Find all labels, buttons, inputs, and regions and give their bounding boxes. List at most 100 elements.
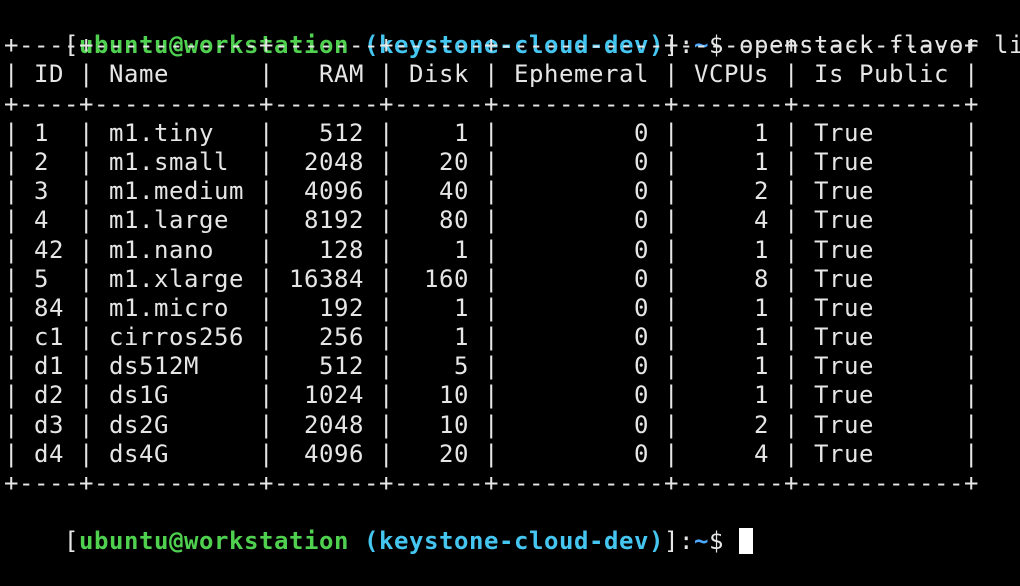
table-row: | c1 | cirros256 | 256 | 1 | 0 | 1 | Tru… (4, 323, 979, 352)
cell-disk: 20 (409, 147, 469, 176)
cell-vcpus: 2 (694, 410, 769, 439)
cell-name: m1.small (109, 147, 244, 176)
table-row: | 5 | m1.xlarge | 16384 | 160 | 0 | 8 | … (4, 264, 979, 293)
table-row: | d3 | ds2G | 2048 | 10 | 0 | 2 | True | (4, 410, 979, 439)
cell-is-public: True (814, 410, 949, 439)
cell-id: 3 (34, 177, 64, 206)
cell-disk: 1 (409, 235, 469, 264)
cell-vcpus: 1 (694, 235, 769, 264)
prompt-close: ]: (663, 527, 694, 556)
column-header-is-public: Is Public (814, 60, 949, 89)
cell-ephemeral: 0 (514, 206, 649, 235)
terminal-cursor[interactable] (738, 528, 753, 555)
active-prompt-line[interactable]: [ubuntu@workstation (keystone-cloud-dev)… (4, 498, 1020, 555)
cell-ephemeral: 0 (514, 264, 649, 293)
cell-ram: 256 (289, 323, 364, 352)
table-header-row: | ID | Name | RAM | Disk | Ephemeral | V… (4, 60, 979, 89)
cell-ephemeral: 0 (514, 118, 649, 147)
flavor-table: +----+-----------+-------+------+-------… (4, 31, 1020, 498)
cell-ephemeral: 0 (514, 147, 649, 176)
cell-vcpus: 1 (694, 293, 769, 322)
cell-is-public: True (814, 206, 949, 235)
prompt-user-host: ubuntu@workstation (79, 527, 349, 556)
cell-ephemeral: 0 (514, 177, 649, 206)
table-row: | d1 | ds512M | 512 | 5 | 0 | 1 | True | (4, 352, 979, 381)
cell-vcpus: 1 (694, 323, 769, 352)
cell-ram: 512 (289, 118, 364, 147)
cell-ram: 2048 (289, 410, 364, 439)
prompt-open-bracket: [ (64, 527, 79, 556)
cell-name: m1.medium (109, 177, 244, 206)
column-header-name: Name (109, 60, 244, 89)
cell-name: m1.micro (109, 293, 244, 322)
cell-disk: 40 (409, 177, 469, 206)
cell-name: m1.tiny (109, 118, 244, 147)
cell-id: d2 (34, 381, 64, 410)
cell-ram: 512 (289, 352, 364, 381)
cell-id: 4 (34, 206, 64, 235)
cell-is-public: True (814, 381, 949, 410)
cell-id: d4 (34, 439, 64, 468)
table-row: | 2 | m1.small | 2048 | 20 | 0 | 1 | Tru… (4, 147, 979, 176)
cell-is-public: True (814, 118, 949, 147)
cell-ram: 128 (289, 235, 364, 264)
cell-name: ds1G (109, 381, 244, 410)
cell-is-public: True (814, 323, 949, 352)
table-row: | 42 | m1.nano | 128 | 1 | 0 | 1 | True … (4, 235, 979, 264)
cell-disk: 10 (409, 410, 469, 439)
cell-ram: 16384 (289, 264, 364, 293)
cell-id: 2 (34, 147, 64, 176)
cell-vcpus: 1 (694, 352, 769, 381)
cell-ephemeral: 0 (514, 323, 649, 352)
table-row: | 4 | m1.large | 8192 | 80 | 0 | 4 | Tru… (4, 206, 979, 235)
cell-ephemeral: 0 (514, 410, 649, 439)
cell-name: m1.large (109, 206, 244, 235)
terminal-window[interactable]: [ubuntu@workstation (keystone-cloud-dev)… (0, 0, 1020, 555)
prompt-command-space (724, 527, 739, 555)
cell-disk: 1 (409, 293, 469, 322)
cell-disk: 20 (409, 439, 469, 468)
cell-vcpus: 1 (694, 381, 769, 410)
table-row: | 84 | m1.micro | 192 | 1 | 0 | 1 | True… (4, 293, 979, 322)
cell-is-public: True (814, 439, 949, 468)
cell-ram: 4096 (289, 439, 364, 468)
cell-name: m1.nano (109, 235, 244, 264)
cell-vcpus: 4 (694, 439, 769, 468)
cell-name: m1.xlarge (109, 264, 244, 293)
cell-is-public: True (814, 264, 949, 293)
cell-vcpus: 4 (694, 206, 769, 235)
cell-ram: 1024 (289, 381, 364, 410)
table-row: | 3 | m1.medium | 4096 | 40 | 0 | 2 | Tr… (4, 177, 979, 206)
cell-is-public: True (814, 177, 949, 206)
cell-is-public: True (814, 293, 949, 322)
cell-ram: 2048 (289, 147, 364, 176)
cell-ephemeral: 0 (514, 381, 649, 410)
cell-is-public: True (814, 352, 949, 381)
cell-id: c1 (34, 323, 64, 352)
cell-ephemeral: 0 (514, 293, 649, 322)
cell-vcpus: 8 (694, 264, 769, 293)
cell-name: ds512M (109, 352, 244, 381)
table-row: | d2 | ds1G | 1024 | 10 | 0 | 1 | True | (4, 381, 979, 410)
cell-vcpus: 1 (694, 147, 769, 176)
cell-is-public: True (814, 235, 949, 264)
cell-ephemeral: 0 (514, 352, 649, 381)
cell-ephemeral: 0 (514, 235, 649, 264)
cell-disk: 80 (409, 206, 469, 235)
cell-disk: 1 (409, 118, 469, 147)
cell-id: 42 (34, 235, 64, 264)
cell-vcpus: 2 (694, 177, 769, 206)
column-header-ephemeral: Ephemeral (514, 60, 649, 89)
command-prompt-line: [ubuntu@workstation (keystone-cloud-dev)… (4, 2, 1020, 59)
prompt-env: (keystone-cloud-dev) (364, 527, 664, 556)
cell-name: cirros256 (109, 323, 244, 352)
cell-disk: 1 (409, 323, 469, 352)
column-header-ram: RAM (289, 60, 364, 89)
cell-ram: 192 (289, 293, 364, 322)
column-header-id: ID (34, 60, 64, 89)
cell-ephemeral: 0 (514, 439, 649, 468)
table-border-top: +----+-----------+-------+------+-------… (4, 31, 979, 60)
table-row: | d4 | ds4G | 4096 | 20 | 0 | 4 | True | (4, 439, 979, 468)
cell-is-public: True (814, 147, 949, 176)
